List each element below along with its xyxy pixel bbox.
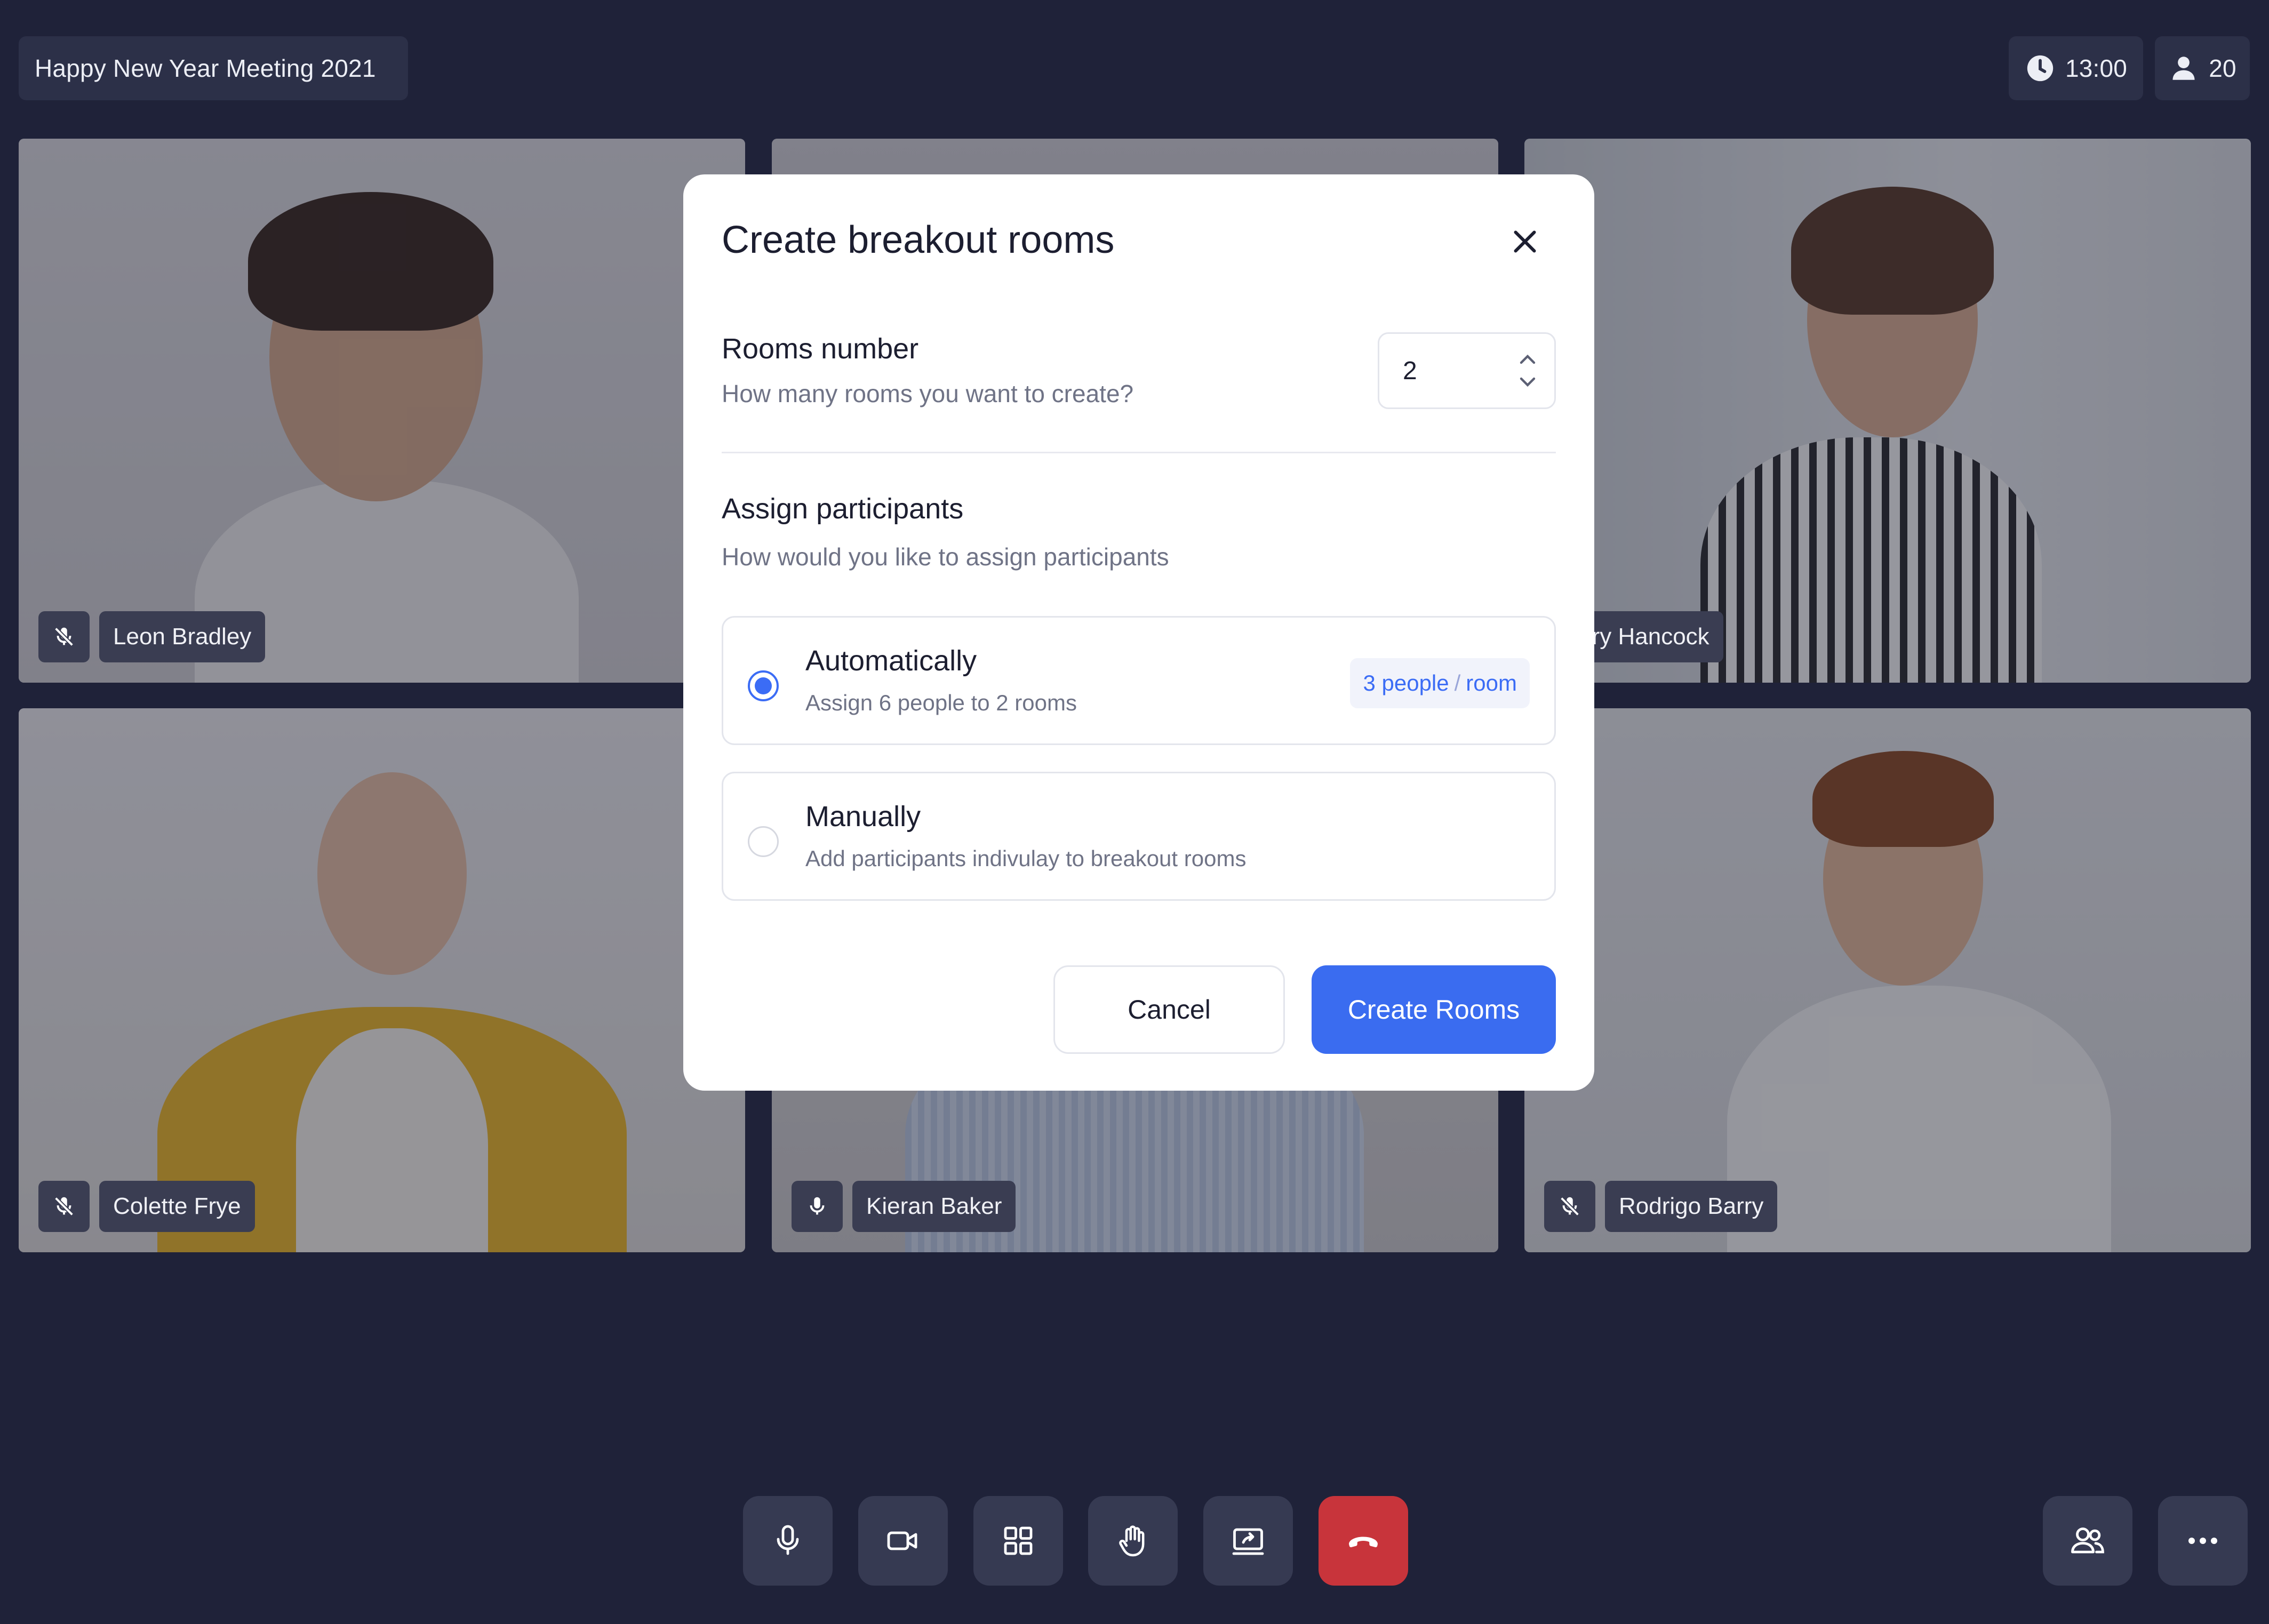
hang-up-button[interactable] [1319, 1496, 1408, 1586]
mic-muted-icon [1544, 1181, 1595, 1232]
chevron-down-icon[interactable] [1517, 374, 1538, 389]
camera-icon [887, 1531, 917, 1550]
close-icon [1514, 230, 1536, 253]
clock-icon [2027, 55, 2054, 82]
breakout-rooms-dialog: Create breakout rooms Rooms number How m… [683, 174, 1594, 1091]
mic-muted-icon [38, 611, 90, 662]
divider [722, 452, 1556, 453]
create-rooms-button[interactable]: Create Rooms [1312, 965, 1556, 1054]
option-title: Manually [805, 801, 921, 833]
video-tile-colette-frye[interactable]: Colette Frye [19, 708, 745, 1252]
person-icon [2172, 57, 2195, 80]
hang-up-icon [1349, 1537, 1378, 1548]
rooms-number-stepper[interactable]: 2 [1378, 332, 1556, 409]
participant-count: 20 [2209, 54, 2236, 82]
raise-hand-button[interactable] [1088, 1496, 1178, 1586]
share-screen-button[interactable] [1203, 1496, 1293, 1586]
badge-unit: room [1466, 670, 1517, 695]
dialog-title: Create breakout rooms [722, 219, 1115, 261]
option-manually[interactable]: Manually Add participants indivulay to b… [722, 772, 1556, 901]
share-screen-icon [1232, 1528, 1264, 1555]
grid-layout-icon [1004, 1526, 1033, 1555]
microphone-button[interactable] [743, 1496, 833, 1586]
people-per-room-badge: 3 people / room [1350, 658, 1530, 708]
option-description: Add participants indivulay to breakout r… [805, 846, 1247, 871]
radio-manually[interactable] [748, 826, 779, 857]
option-description: Assign 6 people to 2 rooms [805, 690, 1077, 715]
video-tile-leon-bradley[interactable]: Leon Bradley [19, 139, 745, 683]
meeting-title: Happy New Year Meeting 2021 [19, 36, 408, 100]
participant-name: Kieran Baker [852, 1181, 1016, 1232]
badge-people: 3 people [1363, 670, 1449, 695]
badge-separator: / [1454, 670, 1461, 695]
rooms-number-hint: How many rooms you want to create? [722, 380, 1134, 407]
mic-muted-icon [38, 1181, 90, 1232]
meeting-clock: 13:00 [2009, 36, 2143, 100]
mic-on-icon [792, 1181, 843, 1232]
assign-participants-label: Assign participants [722, 493, 964, 525]
layout-button[interactable] [973, 1496, 1063, 1586]
meeting-title-text: Happy New Year Meeting 2021 [35, 54, 376, 82]
participant-name: Leon Bradley [99, 611, 266, 662]
radio-automatically[interactable] [748, 670, 779, 701]
option-title: Automatically [805, 645, 977, 677]
participants-icon [2071, 1527, 2104, 1554]
more-icon [2188, 1538, 2217, 1544]
raise-hand-icon [1119, 1525, 1145, 1557]
assign-participants-hint: How would you like to assign participant… [722, 543, 1169, 571]
participant-name: Rodrigo Barry [1605, 1181, 1778, 1232]
video-tile-larry-hancock[interactable]: Larry Hancock [1524, 139, 2251, 683]
participants-button[interactable] [2043, 1496, 2132, 1586]
camera-button[interactable] [858, 1496, 948, 1586]
chevron-up-icon[interactable] [1517, 352, 1538, 367]
option-automatically[interactable]: Automatically Assign 6 people to 2 rooms… [722, 616, 1556, 745]
close-button[interactable] [1505, 221, 1545, 262]
rooms-number-value: 2 [1403, 356, 1417, 385]
video-tile-rodrigo-barry[interactable]: Rodrigo Barry [1524, 708, 2251, 1252]
meeting-time: 13:00 [2065, 54, 2128, 82]
rooms-number-label: Rooms number [722, 333, 919, 365]
cancel-button[interactable]: Cancel [1053, 965, 1285, 1054]
participant-count-badge[interactable]: 20 [2155, 36, 2250, 100]
participant-name: Colette Frye [99, 1181, 255, 1232]
microphone-icon [777, 1525, 799, 1555]
more-button[interactable] [2158, 1496, 2248, 1586]
